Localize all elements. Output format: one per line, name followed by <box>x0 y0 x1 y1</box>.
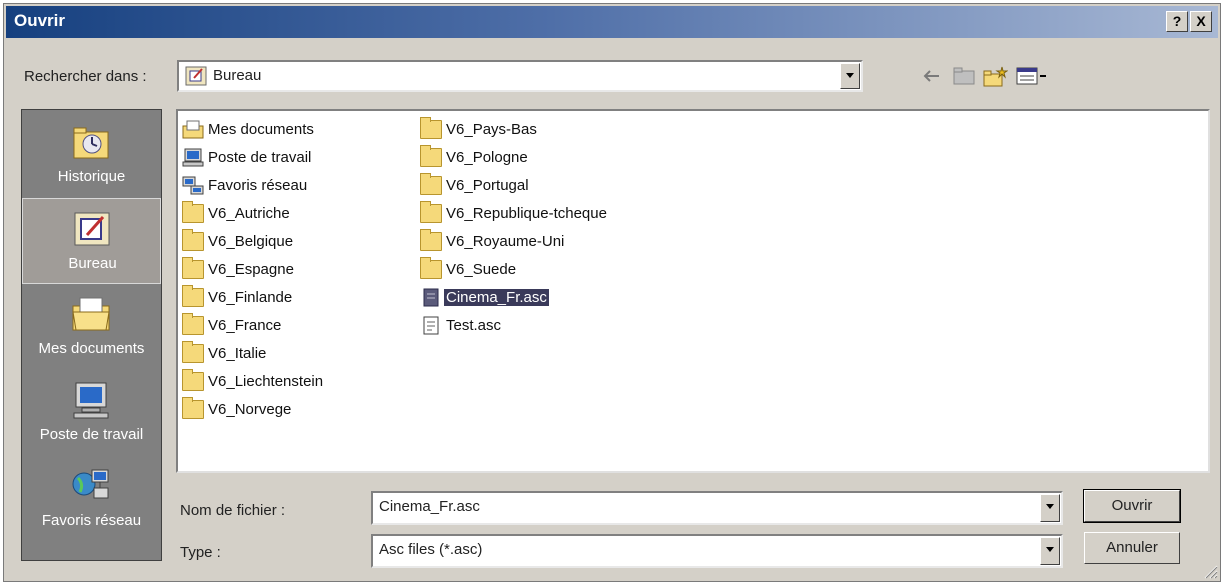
title-bar: Ouvrir ? X <box>6 6 1218 38</box>
folder-icon <box>420 201 442 223</box>
open-button[interactable]: Ouvrir <box>1083 489 1181 523</box>
place-my-computer[interactable]: Poste de travail <box>22 370 161 456</box>
place-label: Historique <box>57 168 126 185</box>
lookin-label: Rechercher dans : <box>24 68 147 85</box>
back-arrow-icon[interactable] <box>922 66 942 86</box>
cancel-button[interactable]: Annuler <box>1084 532 1180 564</box>
help-button[interactable]: ? <box>1166 11 1188 32</box>
folder-icon <box>182 201 204 223</box>
filename-value: Cinema_Fr.asc <box>379 498 480 515</box>
folder-icon <box>182 285 204 307</box>
folder-icon <box>182 257 204 279</box>
folder-icon <box>182 397 204 419</box>
folder-icon <box>182 369 204 391</box>
filename-input[interactable]: Cinema_Fr.asc <box>371 491 1063 525</box>
close-button[interactable]: X <box>1190 11 1212 32</box>
window-title: Ouvrir <box>14 11 66 30</box>
file-icon <box>423 316 439 335</box>
place-my-documents[interactable]: Mes documents <box>22 284 161 370</box>
place-history[interactable]: Historique <box>22 112 161 198</box>
resize-grip-icon[interactable] <box>1202 563 1218 579</box>
filename-label: Nom de fichier : <box>180 502 286 519</box>
folder-icon <box>420 173 442 195</box>
desktop-icon <box>74 212 110 246</box>
filetype-dropdown-arrow[interactable] <box>1040 537 1060 565</box>
history-icon <box>73 127 109 159</box>
my-computer-icon <box>182 148 204 167</box>
network-places-icon <box>182 176 204 195</box>
place-desktop[interactable]: Bureau <box>22 198 161 284</box>
up-folder-icon[interactable] <box>952 66 976 86</box>
file-icon <box>423 288 439 307</box>
open-dialog: Ouvrir ? X Rechercher dans : Bureau Hist… <box>3 3 1221 582</box>
place-label: Poste de travail <box>39 426 144 443</box>
filetype-label: Type : <box>180 544 221 561</box>
place-network[interactable]: Favoris réseau <box>22 456 161 542</box>
lookin-dropdown[interactable]: Bureau <box>177 60 863 92</box>
my-computer-icon <box>73 382 109 419</box>
filetype-value: Asc files (*.asc) <box>379 541 483 558</box>
my-documents-icon <box>72 297 110 331</box>
desktop-icon <box>185 66 207 86</box>
lookin-value: Bureau <box>213 67 262 84</box>
folder-icon <box>420 117 442 139</box>
places-bar: Historique Bureau Mes documents Poste de… <box>21 109 162 561</box>
folder-icon <box>420 257 442 279</box>
lookin-dropdown-arrow[interactable] <box>840 63 860 89</box>
folder-icon <box>182 229 204 251</box>
filename-dropdown-arrow[interactable] <box>1040 494 1060 522</box>
place-label: Favoris réseau <box>41 512 142 529</box>
folder-icon <box>182 313 204 335</box>
view-menu-icon[interactable] <box>1016 66 1050 86</box>
network-places-icon <box>72 469 109 499</box>
place-label: Mes documents <box>38 340 145 357</box>
new-folder-icon[interactable] <box>982 66 1008 88</box>
folder-icon <box>420 229 442 251</box>
place-label: Bureau <box>68 255 117 272</box>
file-list[interactable]: Mes documents Poste de travail Favoris r… <box>176 109 1210 473</box>
filetype-select[interactable]: Asc files (*.asc) <box>371 534 1063 568</box>
folder-icon <box>182 341 204 363</box>
my-documents-icon <box>182 120 204 139</box>
folder-icon <box>420 145 442 167</box>
